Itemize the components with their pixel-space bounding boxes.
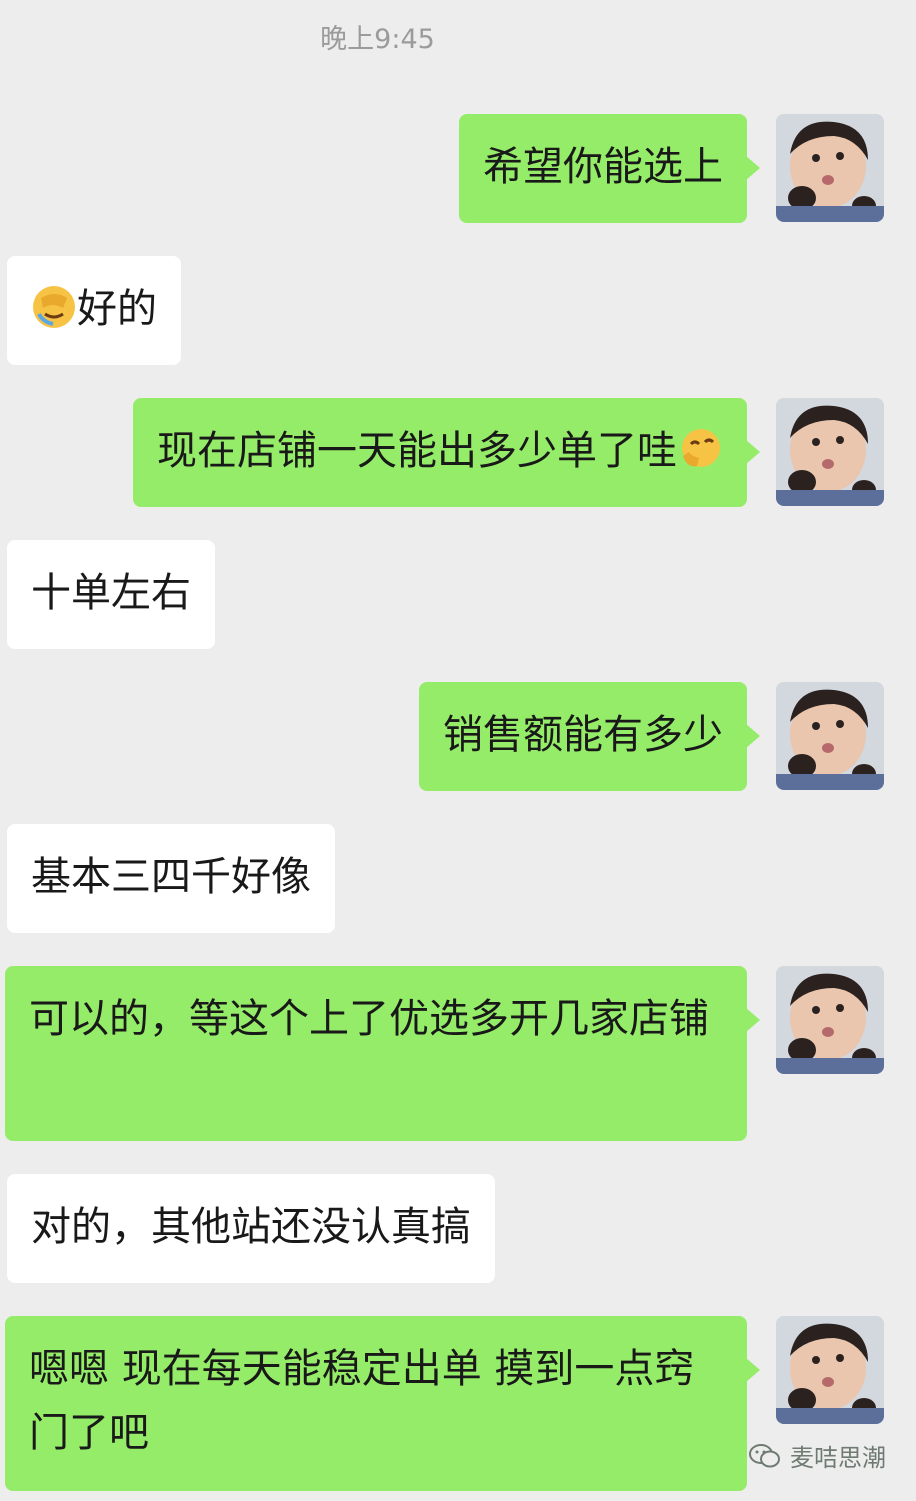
watermark-label: 麦咭思潮 bbox=[790, 1444, 886, 1472]
chat-timestamp: 晚上9:45 bbox=[320, 24, 435, 55]
message-text: 基本三四千好像 bbox=[31, 854, 311, 900]
baby-photo-icon bbox=[776, 1316, 884, 1424]
avatar[interactable] bbox=[776, 398, 884, 506]
facepalm-crying-emoji bbox=[33, 286, 75, 328]
message-bubble-outgoing[interactable]: 现在店铺一天能出多少单了哇 bbox=[133, 398, 760, 507]
avatar[interactable] bbox=[776, 1316, 884, 1424]
message-bubble-outgoing[interactable]: 销售额能有多少 bbox=[419, 682, 760, 791]
giggle-emoji bbox=[682, 429, 720, 467]
message-text: 嗯嗯 现在每天能稳定出单 摸到一点窍门了吧 bbox=[29, 1346, 695, 1456]
message-bubble-incoming[interactable]: 好的 bbox=[7, 256, 181, 365]
avatar[interactable] bbox=[776, 682, 884, 790]
message-bubble-incoming[interactable]: 十单左右 bbox=[7, 540, 215, 649]
watermark: 麦咭思潮 bbox=[748, 1438, 886, 1473]
message-bubble-outgoing[interactable]: 希望你能选上 bbox=[459, 114, 760, 223]
message-bubble-outgoing[interactable]: 可以的，等这个上了优选多开几家店铺 bbox=[5, 966, 760, 1141]
baby-photo-icon bbox=[776, 966, 884, 1074]
message-text: 好的 bbox=[77, 286, 157, 332]
message-text: 销售额能有多少 bbox=[443, 712, 723, 758]
message-bubble-outgoing[interactable]: 嗯嗯 现在每天能稳定出单 摸到一点窍门了吧 bbox=[5, 1316, 760, 1491]
message-text: 现在店铺一天能出多少单了哇 bbox=[157, 428, 677, 474]
baby-photo-icon bbox=[776, 398, 884, 506]
wechat-official-account-icon bbox=[749, 1443, 780, 1467]
avatar[interactable] bbox=[776, 114, 884, 222]
message-text: 对的，其他站还没认真搞 bbox=[31, 1204, 471, 1250]
avatar[interactable] bbox=[776, 966, 884, 1074]
message-bubble-incoming[interactable]: 对的，其他站还没认真搞 bbox=[7, 1174, 495, 1283]
message-text: 十单左右 bbox=[31, 570, 191, 616]
message-text: 可以的，等这个上了优选多开几家店铺 bbox=[29, 996, 709, 1042]
message-bubble-incoming[interactable]: 基本三四千好像 bbox=[7, 824, 335, 933]
baby-photo-icon bbox=[776, 682, 884, 790]
baby-photo-icon bbox=[776, 114, 884, 222]
message-text: 希望你能选上 bbox=[483, 144, 723, 190]
